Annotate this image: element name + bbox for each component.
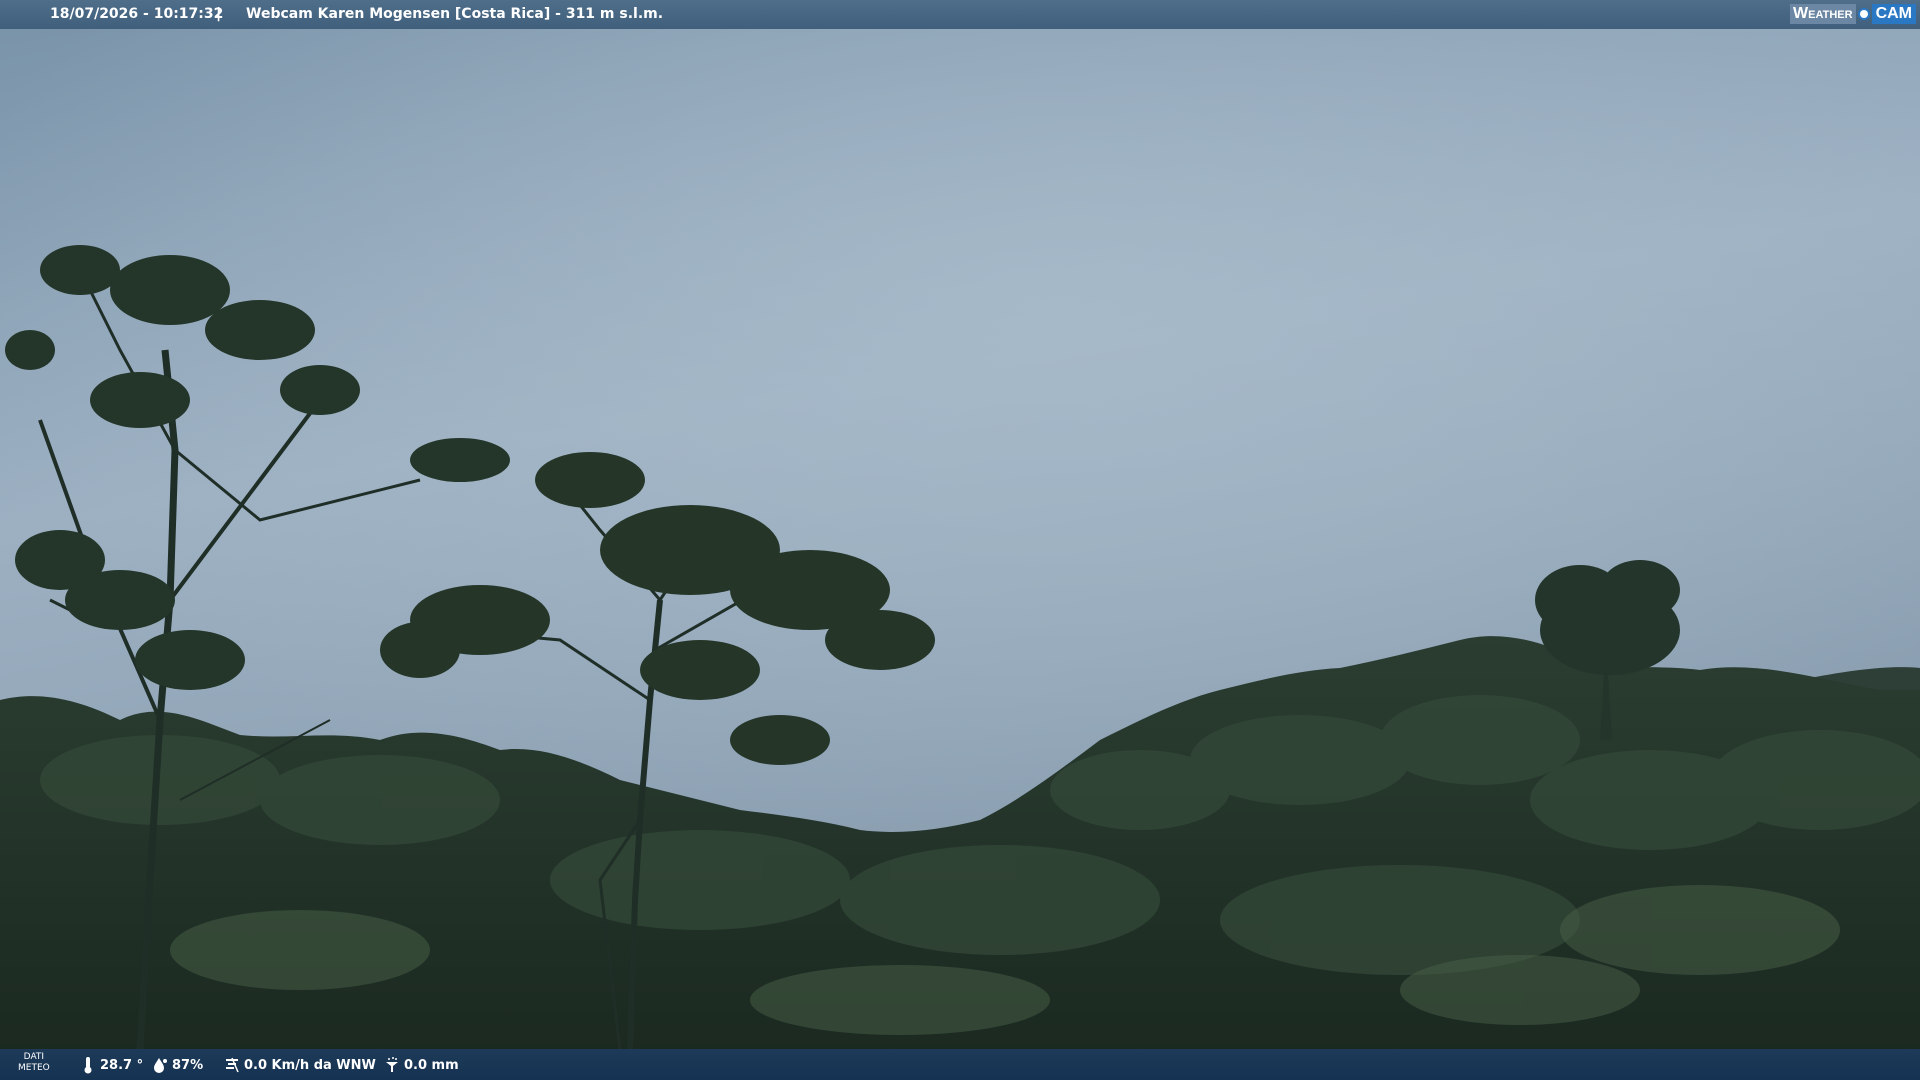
- wind-readout: 0.0 Km/h da WNW: [224, 1056, 376, 1074]
- humidity-icon: [154, 1058, 167, 1073]
- temperature-value: 28.7 °: [100, 1057, 144, 1073]
- webcam-title: Webcam Karen Mogensen [Costa Rica] - 311…: [246, 6, 664, 22]
- humidity-readout: 87%: [152, 1056, 203, 1074]
- temperature-readout: 28.7 °: [80, 1056, 143, 1074]
- rain-readout: 0.0 mm: [384, 1056, 459, 1074]
- dati-meteo-label: DATI METEO: [18, 1052, 50, 1074]
- logo-cam-text: CAM: [1871, 4, 1916, 24]
- thermometer-icon: [84, 1057, 92, 1074]
- logo-weather-text: Weather: [1790, 4, 1856, 24]
- logo-dot-icon: [1857, 8, 1870, 20]
- weathercam-logo: Weather CAM: [1790, 3, 1916, 25]
- title-separator: |: [216, 6, 222, 22]
- humidity-value: 87%: [172, 1057, 204, 1073]
- rain-value: 0.0 mm: [404, 1057, 459, 1073]
- dati-label-line2: METEO: [18, 1063, 50, 1073]
- wind-value: 0.0 Km/h da WNW: [244, 1057, 376, 1073]
- overlay-bottom-bar: DATI METEO 28.7 ° 87% 0.0 Km/h da WNW 0.…: [0, 1049, 1920, 1080]
- dati-label-line1: DATI: [23, 1052, 45, 1062]
- timestamp: 18/07/2026 - 10:17:32: [50, 6, 224, 22]
- webcam-frame: 18/07/2026 - 10:17:32 | Webcam Karen Mog…: [0, 0, 1920, 1080]
- overlay-top-bar: 18/07/2026 - 10:17:32 | Webcam Karen Mog…: [0, 0, 1920, 29]
- rain-gauge-icon: [386, 1057, 398, 1072]
- wind-icon: [226, 1057, 239, 1073]
- webcam-image: [0, 0, 1920, 1080]
